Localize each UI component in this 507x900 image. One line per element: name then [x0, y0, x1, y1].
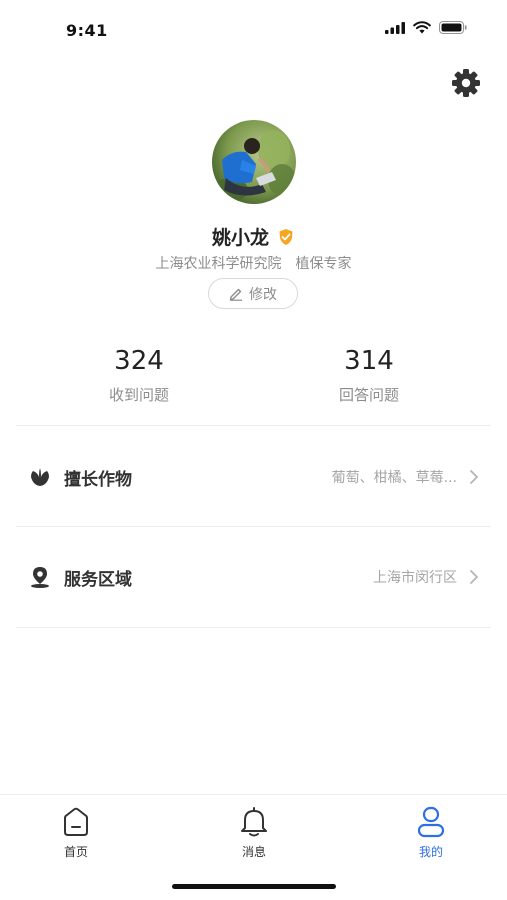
row-label: 擅长作物 [64, 469, 132, 490]
row-label: 服务区域 [64, 569, 132, 590]
avatar-photo [212, 120, 296, 204]
leaf-icon [28, 465, 52, 489]
profile-subtitle: 上海农业科学研究院 植保专家 [0, 253, 507, 273]
tab-label: 首页 [63, 845, 88, 859]
gear-icon [452, 69, 480, 97]
tab-profile[interactable]: 我的 [391, 805, 471, 860]
profile-name: 姚小龙 [211, 227, 269, 249]
stat-label: 收到问题 [108, 386, 169, 404]
stat-label: 回答问题 [338, 386, 399, 404]
profile-role: 植保专家 [295, 256, 352, 272]
tab-label: 消息 [241, 845, 266, 859]
status-bar: 9:41 [0, 0, 507, 60]
signal-icon [385, 21, 405, 34]
tab-home[interactable]: 首页 [36, 805, 116, 860]
home-icon [36, 805, 116, 839]
stat-received[interactable]: 324 收到问题 [59, 344, 219, 405]
user-icon [391, 805, 471, 839]
stat-value: 324 [114, 346, 164, 376]
tab-messages[interactable]: 消息 [214, 805, 294, 860]
location-pin-icon [28, 565, 52, 589]
status-icons [385, 21, 467, 34]
divider [16, 627, 491, 628]
avatar[interactable] [212, 120, 296, 204]
wifi-icon [413, 21, 431, 34]
settings-button[interactable] [449, 66, 483, 100]
edit-profile-label: 修改 [249, 286, 277, 303]
row-value: 葡萄、柑橘、草莓... [331, 470, 457, 486]
home-indicator [172, 884, 336, 889]
tab-label: 我的 [418, 845, 443, 859]
battery-icon [439, 21, 467, 34]
stat-answered[interactable]: 314 回答问题 [289, 344, 449, 405]
status-time: 9:41 [66, 21, 108, 40]
row-value: 上海市闵行区 [373, 570, 457, 586]
profile-name-row: 姚小龙 [0, 223, 507, 250]
stat-value: 314 [344, 346, 394, 376]
row-specialty-crops[interactable]: 擅长作物 葡萄、柑橘、草莓... [0, 427, 507, 527]
stats-section: 324 收到问题 314 回答问题 [0, 344, 507, 414]
profile-organization: 上海农业科学研究院 [155, 256, 282, 272]
pencil-icon [229, 288, 242, 301]
row-service-area[interactable]: 服务区域 上海市闵行区 [0, 527, 507, 627]
edit-profile-button[interactable]: 修改 [208, 278, 298, 309]
chevron-right-icon [467, 467, 481, 487]
divider [16, 425, 491, 426]
chevron-right-icon [467, 567, 481, 587]
bell-icon [214, 805, 294, 839]
verified-badge-icon [279, 228, 293, 245]
